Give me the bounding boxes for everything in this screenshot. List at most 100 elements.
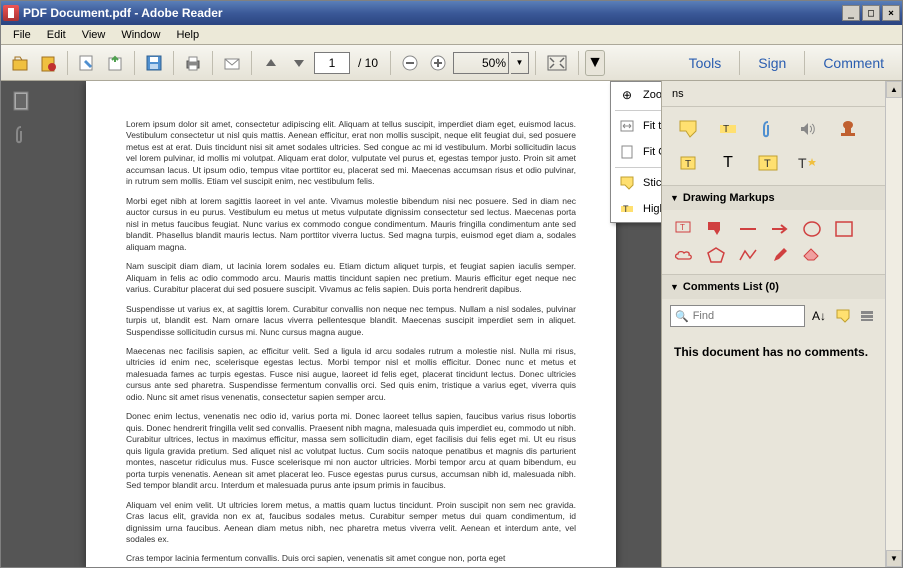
save-button[interactable]	[141, 50, 167, 76]
menubar: File Edit View Window Help	[1, 25, 902, 45]
highlight-tool[interactable]: T	[718, 119, 738, 139]
scroll-down-button[interactable]: ▼	[886, 550, 902, 567]
zoom-value[interactable]: 50%	[453, 52, 509, 74]
zoom-dropdown[interactable]: ▼	[511, 52, 529, 74]
section-title: Comments List (0)	[683, 281, 779, 293]
edit-button[interactable]	[74, 50, 100, 76]
audio-tool[interactable]	[798, 119, 818, 139]
drawing-markups-header[interactable]: ▼ Drawing Markups	[662, 186, 885, 210]
pencil-tool[interactable]	[770, 246, 790, 264]
attachments-tab[interactable]	[9, 123, 33, 147]
dropdown-label: Highlight Text	[643, 203, 661, 215]
close-button[interactable]: ×	[882, 5, 900, 21]
dropdown-label: Zoom In	[643, 89, 661, 101]
oval-tool[interactable]	[802, 220, 822, 238]
scroll-up-button[interactable]: ▲	[886, 81, 902, 98]
fit-screen-button[interactable]	[542, 50, 572, 76]
comment-link[interactable]: Comment	[811, 49, 896, 77]
line-tool[interactable]	[738, 220, 758, 238]
dropdown-label: Fit to Width Scrolling	[643, 120, 661, 132]
fit-page-icon	[619, 144, 635, 160]
svg-text:T: T	[623, 204, 629, 214]
thumbnails-tab[interactable]	[9, 89, 33, 113]
menu-file[interactable]: File	[5, 27, 39, 43]
side-nav	[1, 81, 41, 567]
dropdown-fit-width[interactable]: Fit to Width Scrolling	[611, 113, 661, 139]
sort-button[interactable]: A↓	[809, 306, 829, 326]
polyline-tool[interactable]	[738, 246, 758, 264]
comments-section: ▼ Comments List (0) 🔍 A↓ This document h…	[662, 274, 885, 371]
options-button[interactable]	[857, 306, 877, 326]
page-down-button[interactable]	[286, 50, 312, 76]
email-button[interactable]	[219, 50, 245, 76]
text-callout-tool[interactable]: T	[674, 220, 694, 238]
sticky-note-tool[interactable]	[678, 119, 698, 139]
stamp-tool[interactable]	[838, 119, 858, 139]
svg-text:T: T	[685, 159, 691, 170]
zoom-in-icon: ⊕	[619, 87, 635, 103]
document-view[interactable]: Lorem ipsum dolor sit amet, consectetur …	[41, 81, 661, 567]
tools-link[interactable]: Tools	[677, 49, 734, 77]
menu-help[interactable]: Help	[168, 27, 207, 43]
svg-text:T: T	[764, 158, 771, 170]
drawing-markups-section: ▼ Drawing Markups T	[662, 185, 885, 274]
menu-window[interactable]: Window	[113, 27, 168, 43]
page-up-button[interactable]	[258, 50, 284, 76]
arrow-tool[interactable]	[770, 220, 790, 238]
app-icon	[3, 5, 19, 21]
dropdown-label: Fit One Full Page	[643, 146, 661, 158]
view-options-dropdown[interactable]: ▼	[585, 50, 605, 76]
annotations-head-text: ns	[672, 88, 684, 100]
rectangle-tool[interactable]	[834, 220, 854, 238]
zoom-in-button[interactable]	[425, 50, 451, 76]
dropdown-sticky-note[interactable]: Sticky Note	[611, 170, 661, 196]
dropdown-separator	[615, 110, 661, 111]
text-note-tool[interactable]: T	[678, 153, 698, 173]
callout-tool[interactable]	[706, 220, 726, 238]
text-box-tool[interactable]: T	[758, 153, 778, 173]
attach-tool[interactable]	[758, 119, 778, 139]
pdf-page: Lorem ipsum dolor sit amet, consectetur …	[86, 81, 616, 567]
text-tool[interactable]: T	[718, 153, 738, 173]
window-title: PDF Document.pdf - Adobe Reader	[23, 6, 223, 20]
section-title: Drawing Markups	[683, 192, 775, 204]
open-button[interactable]	[7, 50, 33, 76]
print-button[interactable]	[180, 50, 206, 76]
paragraph: Morbi eget nibh at lorem sagittis laoree…	[126, 196, 576, 253]
titlebar: PDF Document.pdf - Adobe Reader _ □ ×	[1, 1, 902, 25]
paragraph: Cras tempor lacinia fermentum convallis.…	[126, 553, 576, 564]
menu-view[interactable]: View	[74, 27, 114, 43]
right-scrollbar[interactable]: ▲ ▼	[885, 81, 902, 567]
comments-toolbar: 🔍 A↓	[662, 299, 885, 333]
search-icon: 🔍	[675, 310, 689, 323]
drawing-tools: T	[662, 210, 885, 274]
svg-text:T: T	[723, 124, 729, 135]
sign-link[interactable]: Sign	[746, 49, 798, 77]
collapse-icon: ▼	[670, 282, 679, 292]
paragraph: Lorem ipsum dolor sit amet, consectetur …	[126, 119, 576, 188]
cloud-tool[interactable]	[674, 246, 694, 264]
annotations-header[interactable]: ns	[662, 81, 885, 107]
minimize-button[interactable]: _	[842, 5, 860, 21]
scroll-track[interactable]	[886, 98, 902, 550]
page-number-input[interactable]	[314, 52, 350, 74]
menu-edit[interactable]: Edit	[39, 27, 74, 43]
find-input[interactable]	[693, 310, 800, 322]
eraser-tool[interactable]	[802, 246, 822, 264]
text-star-tool[interactable]: T	[798, 153, 818, 173]
dropdown-highlight[interactable]: T Highlight Text	[611, 196, 661, 222]
comments-body: This document has no comments.	[662, 333, 885, 371]
zoom-out-button[interactable]	[397, 50, 423, 76]
filter-button[interactable]	[833, 306, 853, 326]
find-box[interactable]: 🔍	[670, 305, 805, 327]
comments-header[interactable]: ▼ Comments List (0)	[662, 275, 885, 299]
svg-text:T: T	[798, 155, 807, 171]
right-panel: ns T T T T T ▼ Drawing Markups T	[661, 81, 885, 567]
fit-width-icon	[619, 118, 635, 134]
polygon-tool[interactable]	[706, 246, 726, 264]
create-pdf-button[interactable]	[35, 50, 61, 76]
export-button[interactable]	[102, 50, 128, 76]
maximize-button[interactable]: □	[862, 5, 880, 21]
dropdown-fit-page[interactable]: Fit One Full Page	[611, 139, 661, 165]
dropdown-zoom-in[interactable]: ⊕ Zoom In Ctrl+Plus	[611, 82, 661, 108]
